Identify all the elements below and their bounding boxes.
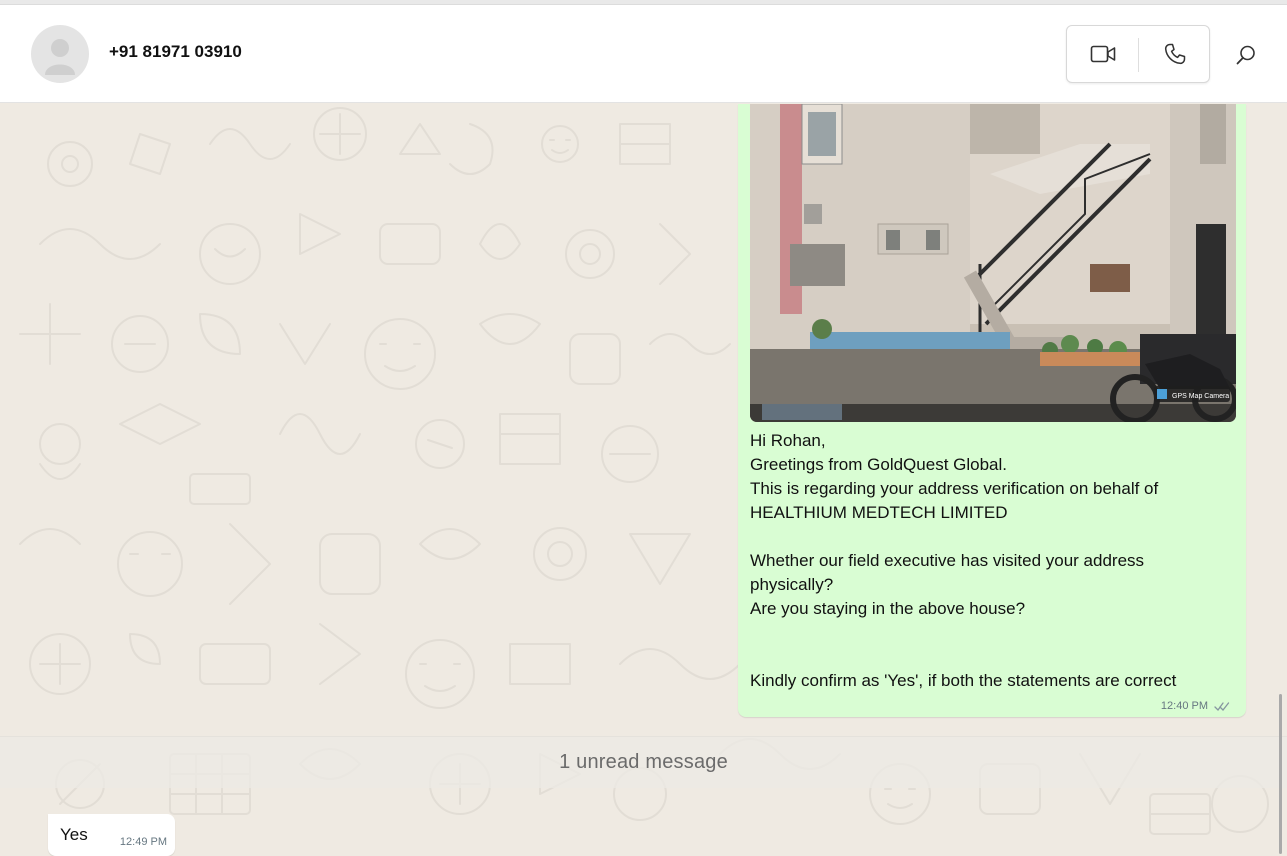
outgoing-message-bubble[interactable]: GPS Map Camera Hi Rohan, Greetings from …	[738, 104, 1246, 717]
call-button-group	[1066, 25, 1210, 83]
message-line	[750, 645, 1230, 669]
incoming-message-bubble[interactable]: Yes 12:49 PM	[48, 814, 175, 856]
message-line: Hi Rohan,	[750, 431, 826, 450]
chat-area[interactable]: GPS Map Camera Hi Rohan, Greetings from …	[0, 104, 1287, 856]
incoming-message-text: Yes	[60, 825, 88, 844]
contact-avatar[interactable]	[31, 25, 89, 83]
message-line: Are you staying in the above house?	[750, 599, 1026, 618]
voice-call-button[interactable]	[1139, 26, 1211, 82]
photo-watermark: GPS Map Camera	[1172, 393, 1229, 400]
message-line: physically?	[750, 575, 834, 594]
message-line: HEALTHIUM MEDTECH LIMITED	[750, 503, 1008, 522]
video-call-icon	[1090, 45, 1116, 63]
voice-call-icon	[1164, 43, 1186, 65]
house-photo[interactable]: GPS Map Camera	[750, 104, 1236, 422]
incoming-message-time: 12:49 PM	[119, 836, 167, 848]
chat-scrollbar[interactable]	[1279, 694, 1282, 854]
double-check-icon	[1214, 701, 1230, 711]
search-button[interactable]	[1228, 38, 1264, 72]
message-line	[750, 621, 1230, 645]
outgoing-message-text: Hi Rohan, Greetings from GoldQuest Globa…	[750, 429, 1230, 693]
house-photo-image: GPS Map Camera	[750, 104, 1236, 422]
video-call-button[interactable]	[1067, 26, 1139, 82]
unread-count-text: 1 unread message	[559, 751, 728, 773]
outgoing-message-meta: 12:40 PM	[1161, 700, 1230, 712]
unread-messages-banner: 1 unread message	[0, 736, 1287, 788]
message-line: Whether our field executive has visited …	[750, 551, 1145, 570]
message-line: Kindly confirm as 'Yes', if both the sta…	[750, 671, 1177, 690]
contact-name[interactable]: +91 81971 03910	[109, 42, 242, 62]
default-avatar-icon	[45, 39, 75, 75]
message-line: Greetings from GoldQuest Global.	[750, 455, 1008, 474]
message-line: This is regarding your address verificat…	[750, 479, 1159, 498]
message-line	[750, 525, 1230, 549]
search-icon	[1236, 45, 1255, 65]
outgoing-message-time: 12:40 PM	[1160, 700, 1208, 712]
chat-header: +91 81971 03910	[0, 5, 1287, 103]
